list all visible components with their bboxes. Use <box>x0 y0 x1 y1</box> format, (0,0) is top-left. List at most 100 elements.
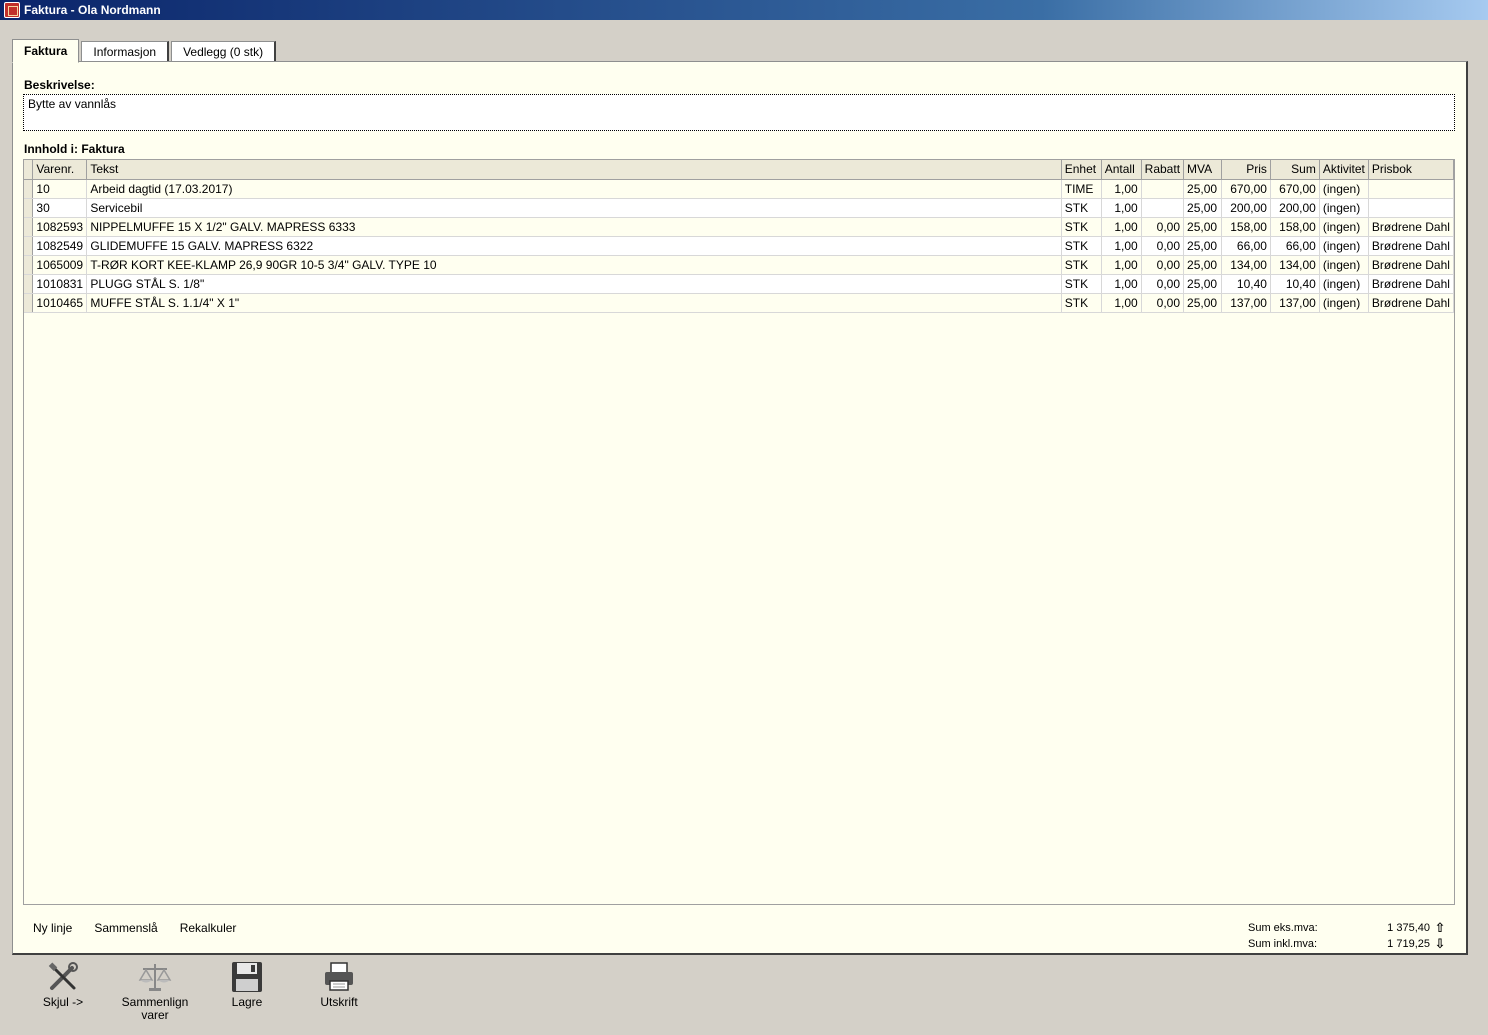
recalculate-link[interactable]: Rekalkuler <box>180 921 237 935</box>
row-selector[interactable] <box>24 274 34 294</box>
cell-tekst[interactable]: PLUGG STÅL S. 1/8" <box>86 274 1062 294</box>
col-pris[interactable]: Pris <box>1221 160 1271 180</box>
arrow-up-icon[interactable]: ⇧ <box>1430 920 1450 936</box>
cell-enhet[interactable]: STK <box>1061 198 1102 218</box>
cell-varenr[interactable]: 10 <box>32 179 88 199</box>
col-antall[interactable]: Antall <box>1101 160 1142 180</box>
cell-prisbok[interactable]: Brødrene Dahl <box>1368 255 1455 275</box>
table-row[interactable]: 1010831 PLUGG STÅL S. 1/8" STK 1,00 0,00 25,0… <box>24 274 1455 294</box>
cell-enhet[interactable]: STK <box>1061 236 1102 256</box>
cell-mva[interactable]: 25,00 <box>1183 236 1223 256</box>
cell-rabatt[interactable]: 0,00 <box>1141 236 1185 256</box>
cell-mva[interactable]: 25,00 <box>1183 198 1223 218</box>
cell-aktivitet[interactable]: (ingen) <box>1319 198 1369 218</box>
tab-informasjon[interactable]: Informasjon <box>81 41 170 62</box>
cell-tekst[interactable]: Servicebil <box>86 198 1062 218</box>
cell-rabatt[interactable]: 0,00 <box>1141 255 1185 275</box>
cell-rabatt[interactable] <box>1141 179 1185 199</box>
cell-rabatt[interactable]: 0,00 <box>1141 217 1185 237</box>
cell-rabatt[interactable] <box>1141 198 1185 218</box>
cell-antall[interactable]: 1,00 <box>1101 274 1142 294</box>
col-enhet[interactable]: Enhet <box>1061 160 1102 180</box>
cell-aktivitet[interactable]: (ingen) <box>1319 274 1369 294</box>
col-mva[interactable]: MVA <box>1183 160 1223 180</box>
cell-enhet[interactable]: STK <box>1061 217 1102 237</box>
new-line-link[interactable]: Ny linje <box>33 921 72 935</box>
cell-sum[interactable]: 200,00 <box>1270 198 1320 218</box>
cell-antall[interactable]: 1,00 <box>1101 255 1142 275</box>
row-selector[interactable] <box>24 217 34 237</box>
cell-varenr[interactable]: 30 <box>32 198 88 218</box>
print-button[interactable]: Utskrift <box>296 960 382 1022</box>
cell-sum[interactable]: 66,00 <box>1270 236 1320 256</box>
cell-mva[interactable]: 25,00 <box>1183 293 1223 313</box>
cell-varenr[interactable]: 1010831 <box>32 274 88 294</box>
cell-tekst[interactable]: Arbeid dagtid (17.03.2017) <box>86 179 1062 199</box>
cell-sum[interactable]: 158,00 <box>1270 217 1320 237</box>
cell-pris[interactable]: 137,00 <box>1221 293 1271 313</box>
cell-tekst[interactable]: MUFFE STÅL S. 1.1/4" X 1" <box>86 293 1062 313</box>
table-row[interactable]: 10 Arbeid dagtid (17.03.2017) TIME 1,00 25,0… <box>24 179 1455 199</box>
cell-enhet[interactable]: STK <box>1061 255 1102 275</box>
hide-button[interactable]: Skjul -> <box>20 960 106 1022</box>
invoice-lines-grid[interactable]: Varenr. Tekst Enhet Antall Rabatt MVA Pr… <box>23 159 1455 905</box>
table-row[interactable]: 1082549 GLIDEMUFFE 15 GALV. MAPRESS 6322 S… <box>24 236 1455 256</box>
row-selector[interactable] <box>24 255 34 275</box>
row-selector[interactable] <box>24 198 34 218</box>
cell-prisbok[interactable] <box>1368 179 1455 199</box>
cell-antall[interactable]: 1,00 <box>1101 293 1142 313</box>
cell-sum[interactable]: 10,40 <box>1270 274 1320 294</box>
cell-pris[interactable]: 134,00 <box>1221 255 1271 275</box>
compare-items-button[interactable]: Sammenlign varer <box>112 960 198 1022</box>
cell-antall[interactable]: 1,00 <box>1101 198 1142 218</box>
cell-enhet[interactable]: STK <box>1061 293 1102 313</box>
row-selector[interactable] <box>24 236 34 256</box>
tab-faktura[interactable]: Faktura <box>12 39 80 63</box>
cell-aktivitet[interactable]: (ingen) <box>1319 179 1369 199</box>
cell-prisbok[interactable]: Brødrene Dahl <box>1368 217 1455 237</box>
cell-enhet[interactable]: TIME <box>1061 179 1102 199</box>
col-varenr[interactable]: Varenr. <box>32 160 88 180</box>
cell-aktivitet[interactable]: (ingen) <box>1319 217 1369 237</box>
table-row[interactable]: 1082593 NIPPELMUFFE 15 X 1/2" GALV. MAPRE… <box>24 217 1455 237</box>
cell-mva[interactable]: 25,00 <box>1183 179 1223 199</box>
cell-rabatt[interactable]: 0,00 <box>1141 293 1185 313</box>
row-selector[interactable] <box>24 179 34 199</box>
cell-tekst[interactable]: T-RØR KORT KEE-KLAMP 26,9 90GR 10-5 3/4"… <box>86 255 1062 275</box>
cell-pris[interactable]: 66,00 <box>1221 236 1271 256</box>
cell-pris[interactable]: 200,00 <box>1221 198 1271 218</box>
save-button[interactable]: Lagre <box>204 960 290 1022</box>
table-row[interactable]: 1065009 T-RØR KORT KEE-KLAMP 26,9 90GR 10… <box>24 255 1455 275</box>
cell-sum[interactable]: 134,00 <box>1270 255 1320 275</box>
col-aktivitet[interactable]: Aktivitet <box>1319 160 1369 180</box>
cell-pris[interactable]: 670,00 <box>1221 179 1271 199</box>
cell-mva[interactable]: 25,00 <box>1183 255 1223 275</box>
cell-sum[interactable]: 137,00 <box>1270 293 1320 313</box>
cell-sum[interactable]: 670,00 <box>1270 179 1320 199</box>
cell-aktivitet[interactable]: (ingen) <box>1319 236 1369 256</box>
col-sum[interactable]: Sum <box>1270 160 1320 180</box>
cell-aktivitet[interactable]: (ingen) <box>1319 293 1369 313</box>
cell-mva[interactable]: 25,00 <box>1183 274 1223 294</box>
cell-prisbok[interactable]: Brødrene Dahl <box>1368 236 1455 256</box>
row-selector[interactable] <box>24 293 34 313</box>
cell-varenr[interactable]: 1010465 <box>32 293 88 313</box>
tab-vedlegg[interactable]: Vedlegg (0 stk) <box>171 41 277 62</box>
cell-tekst[interactable]: GLIDEMUFFE 15 GALV. MAPRESS 6322 <box>86 236 1062 256</box>
cell-varenr[interactable]: 1082549 <box>32 236 88 256</box>
cell-antall[interactable]: 1,00 <box>1101 217 1142 237</box>
table-row[interactable]: 1010465 MUFFE STÅL S. 1.1/4" X 1" STK 1,00 0… <box>24 293 1455 313</box>
cell-antall[interactable]: 1,00 <box>1101 236 1142 256</box>
merge-link[interactable]: Sammenslå <box>94 921 157 935</box>
col-rabatt[interactable]: Rabatt <box>1141 160 1185 180</box>
arrow-down-icon[interactable]: ⇩ <box>1430 936 1450 952</box>
description-field[interactable]: Bytte av vannlås <box>23 94 1455 131</box>
cell-varenr[interactable]: 1082593 <box>32 217 88 237</box>
cell-varenr[interactable]: 1065009 <box>32 255 88 275</box>
cell-prisbok[interactable]: Brødrene Dahl <box>1368 274 1455 294</box>
cell-antall[interactable]: 1,00 <box>1101 179 1142 199</box>
cell-mva[interactable]: 25,00 <box>1183 217 1223 237</box>
cell-aktivitet[interactable]: (ingen) <box>1319 255 1369 275</box>
cell-pris[interactable]: 158,00 <box>1221 217 1271 237</box>
cell-prisbok[interactable] <box>1368 198 1455 218</box>
